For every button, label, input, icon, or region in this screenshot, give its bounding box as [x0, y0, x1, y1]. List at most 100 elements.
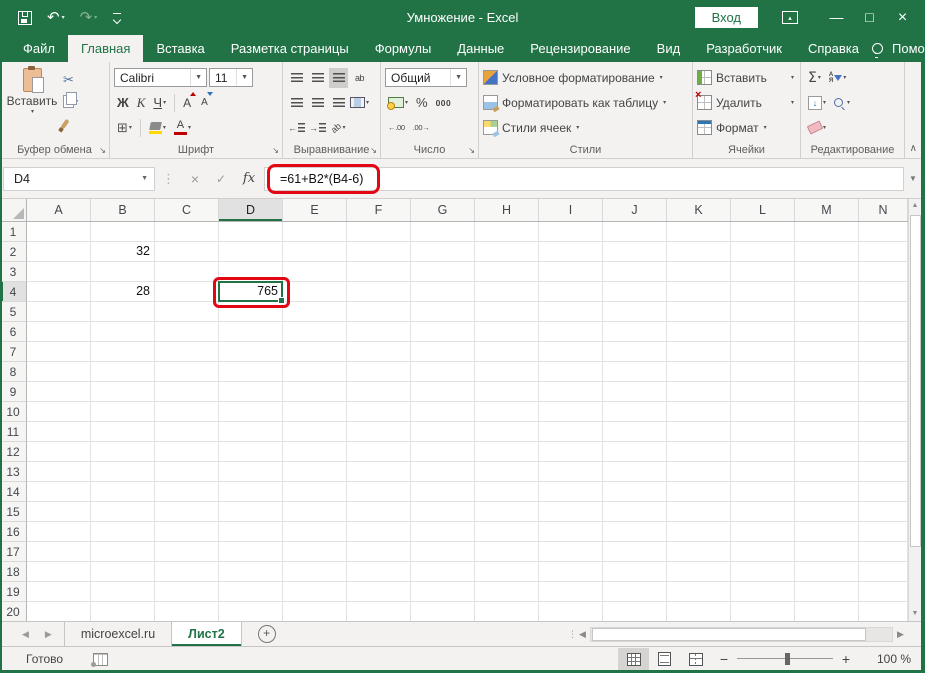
- percent-style-button[interactable]: %: [413, 92, 431, 113]
- cell-H2[interactable]: [475, 242, 539, 262]
- cell-F3[interactable]: [347, 262, 411, 282]
- cell-B7[interactable]: [91, 342, 155, 362]
- zoom-slider[interactable]: [737, 653, 833, 665]
- cell-I1[interactable]: [539, 222, 603, 242]
- cell-B1[interactable]: [91, 222, 155, 242]
- cell-E18[interactable]: [283, 562, 347, 582]
- row-header-4[interactable]: 4: [0, 282, 27, 302]
- column-header-F[interactable]: F: [347, 199, 411, 221]
- cell-I16[interactable]: [539, 522, 603, 542]
- cell-M18[interactable]: [795, 562, 859, 582]
- align-bottom-button[interactable]: [329, 68, 348, 88]
- next-sheet-icon[interactable]: ▶: [45, 629, 52, 640]
- cell-L10[interactable]: [731, 402, 795, 422]
- help-assistant-tab[interactable]: Помощн: [892, 41, 925, 56]
- cell-A9[interactable]: [27, 382, 91, 402]
- cell-M11[interactable]: [795, 422, 859, 442]
- fill-color-button[interactable]: ▾: [146, 117, 169, 138]
- fill-button[interactable]: ↓▾: [805, 92, 829, 113]
- cell-K19[interactable]: [667, 582, 731, 602]
- row-header-19[interactable]: 19: [0, 582, 27, 602]
- cell-A18[interactable]: [27, 562, 91, 582]
- cell-G20[interactable]: [411, 602, 475, 622]
- cell-L12[interactable]: [731, 442, 795, 462]
- cell-F17[interactable]: [347, 542, 411, 562]
- cell-D19[interactable]: [219, 582, 283, 602]
- sheet-tab-лист2[interactable]: Лист2: [172, 622, 241, 646]
- prev-sheet-icon[interactable]: ◀: [22, 629, 29, 640]
- decrease-font-button[interactable]: А: [198, 92, 213, 113]
- cell-M6[interactable]: [795, 322, 859, 342]
- cell-H15[interactable]: [475, 502, 539, 522]
- cell-F13[interactable]: [347, 462, 411, 482]
- cancel-formula-button[interactable]: ×: [182, 171, 208, 187]
- cell-L4[interactable]: [731, 282, 795, 302]
- cell-N15[interactable]: [859, 502, 908, 522]
- cell-D18[interactable]: [219, 562, 283, 582]
- cell-G13[interactable]: [411, 462, 475, 482]
- cell-J14[interactable]: [603, 482, 667, 502]
- collapse-ribbon-icon[interactable]: ∧: [910, 143, 917, 154]
- cell-E12[interactable]: [283, 442, 347, 462]
- zoom-level[interactable]: 100 %: [863, 652, 911, 666]
- cell-E10[interactable]: [283, 402, 347, 422]
- cell-H5[interactable]: [475, 302, 539, 322]
- cell-I13[interactable]: [539, 462, 603, 482]
- increase-decimal-button[interactable]: ←.00: [385, 117, 408, 138]
- cell-M4[interactable]: [795, 282, 859, 302]
- expand-formula-bar-icon[interactable]: ▼: [904, 174, 922, 183]
- cell-B19[interactable]: [91, 582, 155, 602]
- align-middle-button[interactable]: [308, 68, 327, 88]
- cell-G7[interactable]: [411, 342, 475, 362]
- cell-M7[interactable]: [795, 342, 859, 362]
- cell-E16[interactable]: [283, 522, 347, 542]
- column-header-M[interactable]: M: [795, 199, 859, 221]
- cell-N10[interactable]: [859, 402, 908, 422]
- cell-J17[interactable]: [603, 542, 667, 562]
- cell-B8[interactable]: [91, 362, 155, 382]
- cell-D8[interactable]: [219, 362, 283, 382]
- cell-H6[interactable]: [475, 322, 539, 342]
- cell-M12[interactable]: [795, 442, 859, 462]
- cell-N11[interactable]: [859, 422, 908, 442]
- cell-E13[interactable]: [283, 462, 347, 482]
- number-format-dropdown-icon[interactable]: ▼: [450, 69, 466, 86]
- font-name-combo[interactable]: Calibri ▼: [114, 68, 207, 87]
- cell-C3[interactable]: [155, 262, 219, 282]
- row-header-11[interactable]: 11: [0, 422, 27, 442]
- conditional-formatting-button[interactable]: Условное форматирование▾: [483, 65, 690, 90]
- cell-C16[interactable]: [155, 522, 219, 542]
- cell-B14[interactable]: [91, 482, 155, 502]
- cell-G11[interactable]: [411, 422, 475, 442]
- cell-C17[interactable]: [155, 542, 219, 562]
- cell-E5[interactable]: [283, 302, 347, 322]
- normal-view-button[interactable]: [618, 648, 649, 670]
- cell-J9[interactable]: [603, 382, 667, 402]
- cell-H16[interactable]: [475, 522, 539, 542]
- formula-bar-splitter[interactable]: ⋮: [162, 171, 175, 187]
- cell-N2[interactable]: [859, 242, 908, 262]
- align-center-button[interactable]: [308, 93, 327, 113]
- cell-M13[interactable]: [795, 462, 859, 482]
- menu-tab-разметка-страницы[interactable]: Разметка страницы: [218, 35, 362, 62]
- cell-C7[interactable]: [155, 342, 219, 362]
- cell-G9[interactable]: [411, 382, 475, 402]
- cell-I3[interactable]: [539, 262, 603, 282]
- cell-G19[interactable]: [411, 582, 475, 602]
- cell-C11[interactable]: [155, 422, 219, 442]
- column-header-K[interactable]: K: [667, 199, 731, 221]
- zoom-slider-thumb[interactable]: [785, 653, 790, 665]
- row-header-13[interactable]: 13: [0, 462, 27, 482]
- cell-E19[interactable]: [283, 582, 347, 602]
- menu-tab-файл[interactable]: Файл: [10, 35, 68, 62]
- cell-N5[interactable]: [859, 302, 908, 322]
- cell-G14[interactable]: [411, 482, 475, 502]
- cell-H11[interactable]: [475, 422, 539, 442]
- cell-K14[interactable]: [667, 482, 731, 502]
- cell-I8[interactable]: [539, 362, 603, 382]
- cell-F11[interactable]: [347, 422, 411, 442]
- cell-H1[interactable]: [475, 222, 539, 242]
- cell-H10[interactable]: [475, 402, 539, 422]
- cell-B4[interactable]: 28: [91, 282, 155, 302]
- cell-C9[interactable]: [155, 382, 219, 402]
